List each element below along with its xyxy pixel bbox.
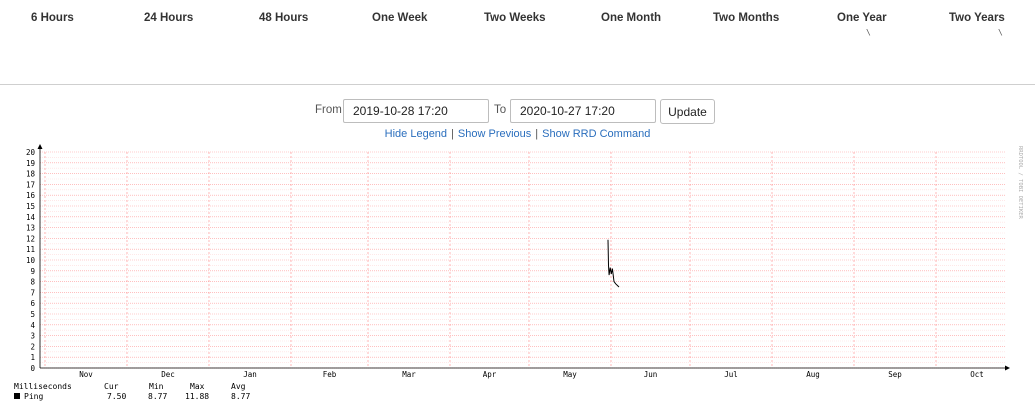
legend-header: Min xyxy=(149,382,164,391)
x-tick-label: Feb xyxy=(323,370,337,379)
x-tick-label: Dec xyxy=(161,370,175,379)
x-tick-label: Aug xyxy=(806,370,820,379)
legend-header: Avg xyxy=(231,382,246,391)
y-tick-label: 6 xyxy=(30,299,35,308)
x-tick-label: Oct xyxy=(970,370,984,379)
y-tick-label: 13 xyxy=(26,224,35,233)
y-tick-label: 5 xyxy=(30,310,35,319)
x-tick-label: Nov xyxy=(79,370,93,379)
y-tick-label: 16 xyxy=(26,191,36,200)
legend-value: 8.77 xyxy=(148,392,167,401)
y-tick-label: 10 xyxy=(26,256,36,265)
y-tick-label: 9 xyxy=(30,267,35,276)
y-axis-arrow xyxy=(37,144,43,149)
x-tick-label: Apr xyxy=(483,370,497,379)
x-tick-label: Jun xyxy=(644,370,658,379)
y-tick-label: 8 xyxy=(30,278,35,287)
y-tick-label: 3 xyxy=(30,332,35,341)
legend-unit-label: Milliseconds xyxy=(14,382,72,391)
y-tick-label: 19 xyxy=(26,159,35,168)
y-tick-label: 1 xyxy=(30,353,35,362)
x-tick-label: Mar xyxy=(402,370,416,379)
y-tick-label: 7 xyxy=(30,288,35,297)
x-axis-arrow xyxy=(1005,365,1010,371)
legend-value: 11.88 xyxy=(185,392,209,401)
legend-header: Cur xyxy=(104,382,119,391)
y-tick-label: 15 xyxy=(26,202,35,211)
legend-value: 7.50 xyxy=(107,392,126,401)
x-tick-label: Sep xyxy=(888,370,902,379)
y-tick-label: 12 xyxy=(26,234,35,243)
legend-swatch-ping xyxy=(14,393,20,399)
y-tick-label: 2 xyxy=(30,342,35,351)
series-line-ping xyxy=(607,239,620,288)
x-tick-label: Jul xyxy=(724,370,738,379)
legend-header: Max xyxy=(190,382,205,391)
y-tick-label: 11 xyxy=(26,245,35,254)
y-tick-label: 17 xyxy=(26,180,35,189)
x-tick-label: May xyxy=(563,370,577,379)
y-tick-label: 0 xyxy=(30,364,35,373)
y-tick-label: 14 xyxy=(26,213,36,222)
ping-graph: 01234567891011121314151617181920Nov Dec Ja… xyxy=(14,144,1023,401)
y-tick-label: 20 xyxy=(26,148,36,157)
legend-value: 8.77 xyxy=(231,392,250,401)
y-tick-label: 4 xyxy=(30,321,35,330)
y-tick-label: 18 xyxy=(26,170,36,179)
x-tick-label: Jan xyxy=(243,370,257,379)
rrdtool-watermark: RRDTOOL / TOBI OETIKER xyxy=(1017,146,1023,220)
legend-series-name: Ping xyxy=(24,392,43,401)
